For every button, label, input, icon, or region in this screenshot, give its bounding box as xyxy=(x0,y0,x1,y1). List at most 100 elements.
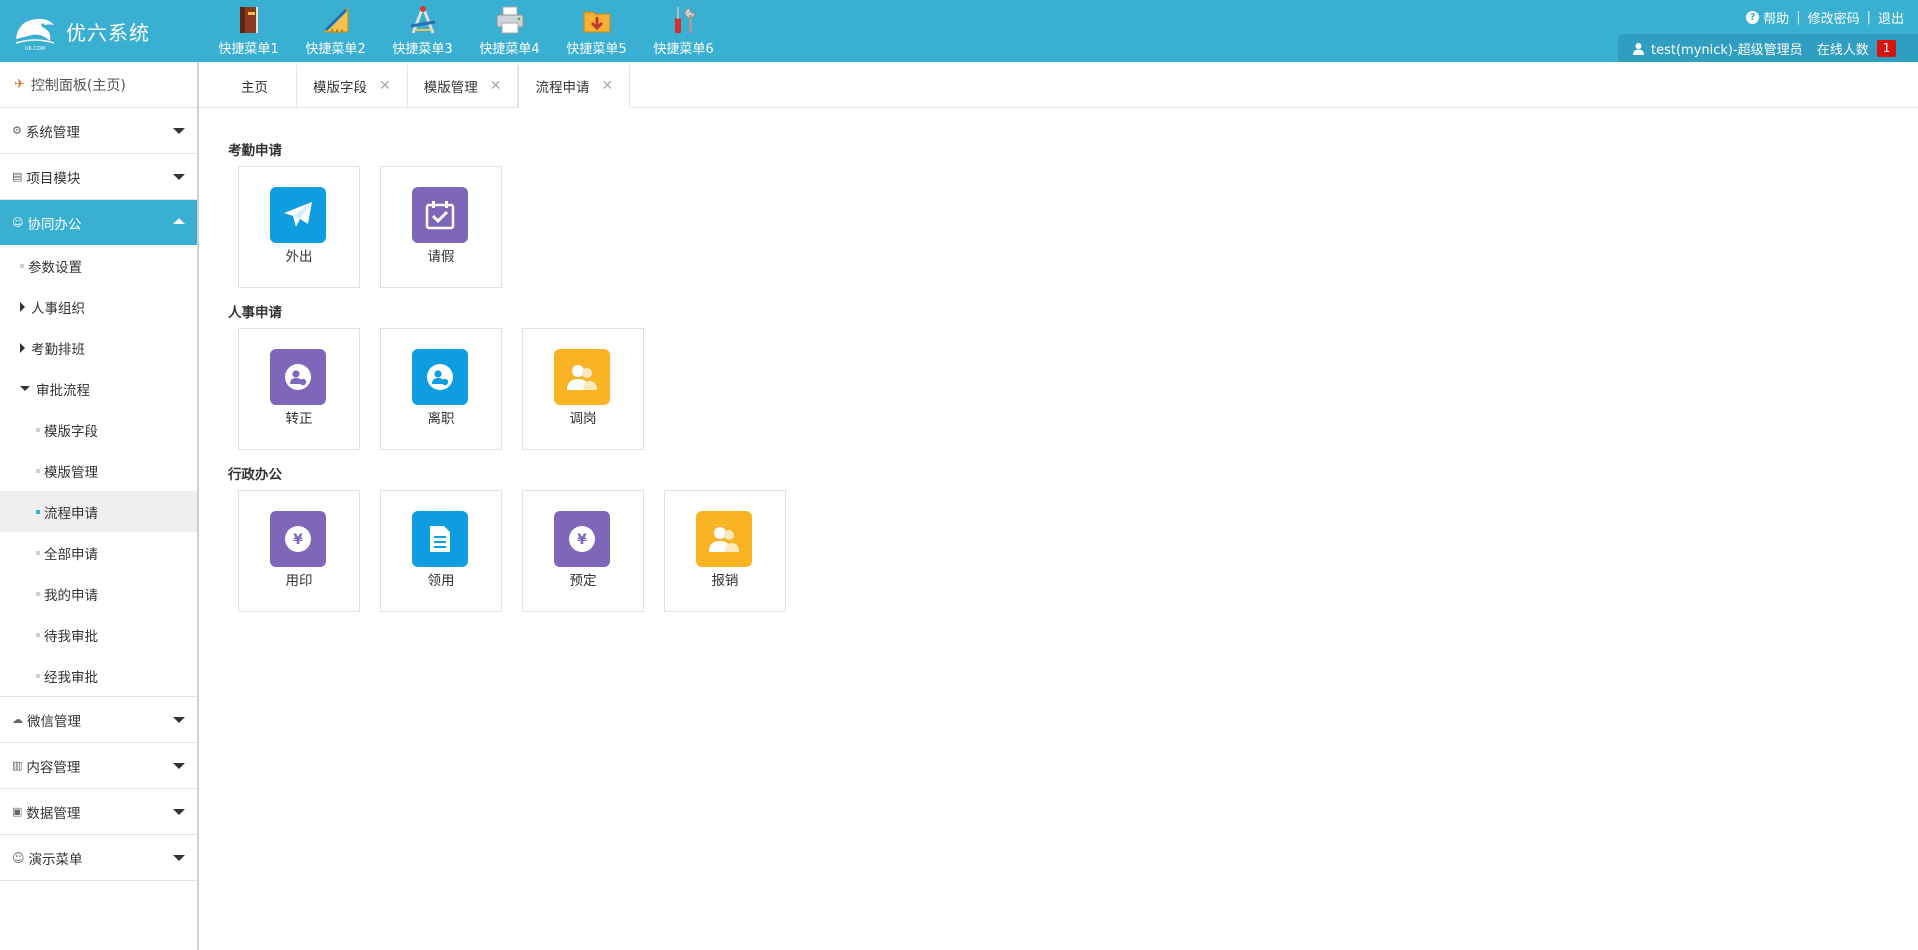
caret-down-icon xyxy=(173,174,185,180)
svg-text:¥: ¥ xyxy=(577,532,587,548)
yen-icon: ¥ xyxy=(554,511,610,567)
app-card-leave[interactable]: 请假 xyxy=(380,166,502,288)
settings-icon: ⚙ xyxy=(12,124,22,137)
sidebar-home-label: 控制面板(主页) xyxy=(30,77,126,94)
caret-up-icon xyxy=(173,218,185,224)
expand-right-icon xyxy=(20,342,25,353)
bullet-icon xyxy=(36,427,40,432)
sidebar-item-label: 模版字段 xyxy=(44,423,98,440)
sidebar-group-system[interactable]: ⚙ 系统管理 xyxy=(0,108,197,154)
user-badge-icon xyxy=(270,349,326,405)
quick-menu-1[interactable]: 快捷菜单1 xyxy=(205,4,292,58)
help-link[interactable]: 帮助 xyxy=(1763,8,1789,27)
sidebar-group-project[interactable]: ▤ 项目模块 xyxy=(0,154,197,200)
online-count-badge: 1 xyxy=(1876,39,1897,57)
quick-menu-5[interactable]: 快捷菜单5 xyxy=(553,4,640,58)
app-card-outing[interactable]: 外出 xyxy=(238,166,360,288)
sidebar-item-label: 审批流程 xyxy=(36,382,90,399)
sidebar-item-params[interactable]: 参数设置 xyxy=(0,245,197,286)
sidebar-item-label: 参数设置 xyxy=(28,259,82,276)
sidebar-group-demo[interactable]: ☺ 演示菜单 xyxy=(0,835,197,881)
expand-right-icon xyxy=(20,301,25,312)
bullet-icon xyxy=(36,509,40,514)
sidebar-group-content[interactable]: ▥ 内容管理 xyxy=(0,743,197,789)
tab-process-apply[interactable]: 流程申请 ✕ xyxy=(518,65,631,108)
bullet-icon xyxy=(20,263,24,268)
yen-icon: ¥ xyxy=(270,511,326,567)
quick-menu-label: 快捷菜单5 xyxy=(566,42,627,57)
sidebar-item-approved-by-me[interactable]: 经我审批 xyxy=(0,655,197,696)
app-card-label: 调岗 xyxy=(569,411,597,427)
sidebar: ✈ 控制面板(主页) ⚙ 系统管理 ▤ 项目模块 ☺ 协同办公 参数设置 人事组… xyxy=(0,62,199,950)
sidebar-group-label: 系统管理 xyxy=(25,124,80,141)
sidebar-item-my-apply[interactable]: 我的申请 xyxy=(0,573,197,614)
app-card-requisition[interactable]: 领用 xyxy=(380,490,502,612)
sidebar-item-approval[interactable]: 审批流程 xyxy=(0,368,197,409)
help-icon: ? xyxy=(1746,11,1760,24)
close-icon[interactable]: ✕ xyxy=(601,78,613,94)
caret-down-icon xyxy=(173,717,185,723)
app-card-seal[interactable]: ¥ 用印 xyxy=(238,490,360,612)
bullet-icon xyxy=(36,550,40,555)
sidebar-item-template-fields[interactable]: 模版字段 xyxy=(0,409,197,450)
tab-template-fields[interactable]: 模版字段 ✕ xyxy=(297,65,408,107)
divider: | xyxy=(1866,10,1871,25)
quick-menu-4[interactable]: 快捷菜单4 xyxy=(466,4,553,58)
quick-menu-label: 快捷菜单2 xyxy=(305,42,366,57)
change-password-link[interactable]: 修改密码 xyxy=(1808,8,1860,27)
expand-down-icon xyxy=(20,386,30,391)
sidebar-item-hr-org[interactable]: 人事组织 xyxy=(0,286,197,327)
sidebar-item-template-manage[interactable]: 模版管理 xyxy=(0,450,197,491)
bullet-icon xyxy=(36,591,40,596)
app-card-reimburse[interactable]: 报销 xyxy=(664,490,786,612)
tab-home[interactable]: 主页 xyxy=(199,65,297,107)
tab-label: 主页 xyxy=(241,80,268,96)
user-bar: test(mynick)-超级管理员 在线人数 1 xyxy=(1618,34,1918,62)
sidebar-group-cowork[interactable]: ☺ 协同办公 xyxy=(0,200,197,245)
tab-label: 模版字段 xyxy=(313,80,367,96)
app-card-label: 报销 xyxy=(711,573,739,589)
sidebar-item-label: 考勤排班 xyxy=(31,341,85,358)
ruler-icon xyxy=(322,6,348,33)
quick-menu-3[interactable]: 快捷菜单3 xyxy=(379,4,466,58)
sidebar-item-process-apply[interactable]: 流程申请 xyxy=(0,491,197,532)
sidebar-item-label: 全部申请 xyxy=(44,546,98,563)
sidebar-home[interactable]: ✈ 控制面板(主页) xyxy=(0,62,197,108)
sidebar-item-attendance[interactable]: 考勤排班 xyxy=(0,327,197,368)
book-icon xyxy=(239,7,258,33)
tab-template-manage[interactable]: 模版管理 ✕ xyxy=(408,65,519,107)
dolphin-logo-icon: U6.COM xyxy=(15,18,55,51)
sidebar-group-label: 微信管理 xyxy=(27,713,81,730)
dashboard-icon: ✈ xyxy=(14,77,25,92)
sidebar-group-label: 项目模块 xyxy=(26,170,81,187)
sidebar-group-label: 演示菜单 xyxy=(28,851,83,868)
close-icon[interactable]: ✕ xyxy=(379,78,391,94)
current-user[interactable]: test(mynick)-超级管理员 xyxy=(1651,39,1803,58)
sidebar-item-all-apply[interactable]: 全部申请 xyxy=(0,532,197,573)
app-card-reserve[interactable]: ¥ 预定 xyxy=(522,490,644,612)
online-label: 在线人数 xyxy=(1816,42,1869,58)
app-card-label: 预定 xyxy=(569,573,597,589)
bullet-icon xyxy=(36,632,40,637)
app-card-transfer[interactable]: 调岗 xyxy=(522,328,644,450)
sidebar-item-pending-approval[interactable]: 待我审批 xyxy=(0,614,197,655)
airplane-icon xyxy=(270,187,326,243)
quick-menu-2[interactable]: 快捷菜单2 xyxy=(292,4,379,58)
logout-link[interactable]: 退出 xyxy=(1878,8,1904,27)
quick-menu-label: 快捷菜单3 xyxy=(392,42,453,57)
image-icon: ▣ xyxy=(12,805,23,818)
sidebar-group-data[interactable]: ▣ 数据管理 xyxy=(0,789,197,835)
sidebar-group-wechat[interactable]: ☁ 微信管理 xyxy=(0,697,197,743)
sidebar-group-label: 内容管理 xyxy=(26,759,81,776)
wechat-icon: ☁ xyxy=(12,713,23,726)
caret-down-icon xyxy=(173,763,185,769)
download-folder-icon xyxy=(583,11,610,33)
quick-menu-6[interactable]: 快捷菜单6 xyxy=(640,4,727,58)
app-card-regularize[interactable]: 转正 xyxy=(238,328,360,450)
sidebar-group-label: 数据管理 xyxy=(26,805,81,822)
user-icon xyxy=(1633,42,1644,55)
quick-menu-label: 快捷菜单1 xyxy=(218,42,279,57)
close-icon[interactable]: ✕ xyxy=(490,78,502,94)
app-card-resign[interactable]: 离职 xyxy=(380,328,502,450)
logo[interactable]: U6.COM 优六系统 xyxy=(12,10,202,52)
